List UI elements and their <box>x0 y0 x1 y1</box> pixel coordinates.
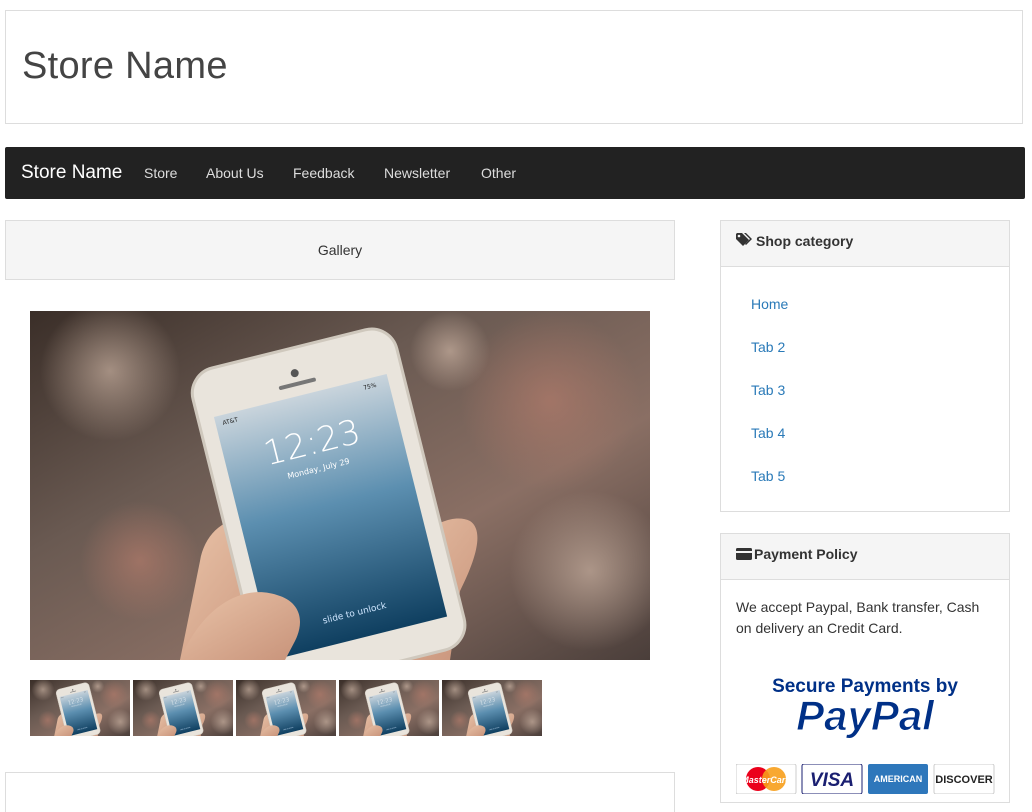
category-link-tab-5[interactable]: Tab 5 <box>751 468 785 484</box>
paypal-secure-banner: Secure Payments by PayPal <box>736 632 998 752</box>
nav-item-feedback[interactable]: Feedback <box>293 165 354 181</box>
store-header: Store Name <box>5 10 1023 124</box>
payment-policy-title: Payment Policy <box>754 546 858 562</box>
gallery-main-image <box>30 311 650 660</box>
svg-text:VISA: VISA <box>810 770 854 791</box>
category-link-tab-4[interactable]: Tab 4 <box>751 425 785 441</box>
american-express-logo: AMERICAN <box>868 764 928 794</box>
category-link-home[interactable]: Home <box>751 296 788 312</box>
gallery-thumbnail-3[interactable] <box>236 680 336 736</box>
shop-category-panel: Shop category Home Tab 2 Tab 3 Tab 4 Tab… <box>720 220 1010 512</box>
credit-card-icon <box>736 547 752 563</box>
svg-text:MasterCard: MasterCard <box>741 775 791 785</box>
navbar-brand[interactable]: Store Name <box>21 162 122 184</box>
nav-item-other[interactable]: Other <box>481 165 516 181</box>
svg-text:AMERICAN: AMERICAN <box>874 774 923 784</box>
shop-category-title: Shop category <box>756 233 854 249</box>
mastercard-logo: MasterCard <box>735 763 797 795</box>
category-link-tab-3[interactable]: Tab 3 <box>751 382 785 398</box>
nav-item-about-us[interactable]: About Us <box>206 165 264 181</box>
gallery-heading: Gallery <box>5 220 675 280</box>
gallery-thumbnail-2[interactable] <box>133 680 233 736</box>
store-title: Store Name <box>22 45 228 87</box>
gallery-thumbnail-4[interactable] <box>339 680 439 736</box>
gallery-heading-label: Gallery <box>317 242 363 258</box>
content-panel <box>5 772 675 812</box>
tags-icon <box>736 233 754 251</box>
card-logos: MasterCard VISA AMERICAN DISCOVER <box>735 763 998 795</box>
visa-logo: VISA <box>801 763 863 795</box>
gallery-thumbnail-5[interactable] <box>442 680 542 736</box>
discover-logo: DISCOVER <box>933 763 995 795</box>
nav-item-newsletter[interactable]: Newsletter <box>384 165 450 181</box>
gallery-thumbnail-1[interactable] <box>30 680 130 736</box>
payment-policy-header: Payment Policy <box>721 534 1009 580</box>
nav-item-store[interactable]: Store <box>144 165 177 181</box>
shop-category-header: Shop category <box>721 221 1009 267</box>
svg-text:PayPal: PayPal <box>796 692 935 739</box>
svg-text:DISCOVER: DISCOVER <box>935 774 993 786</box>
payment-policy-panel: Payment Policy We accept Paypal, Bank tr… <box>720 533 1010 803</box>
category-link-tab-2[interactable]: Tab 2 <box>751 339 785 355</box>
main-navbar: Store Name Store About Us Feedback Newsl… <box>5 147 1025 199</box>
